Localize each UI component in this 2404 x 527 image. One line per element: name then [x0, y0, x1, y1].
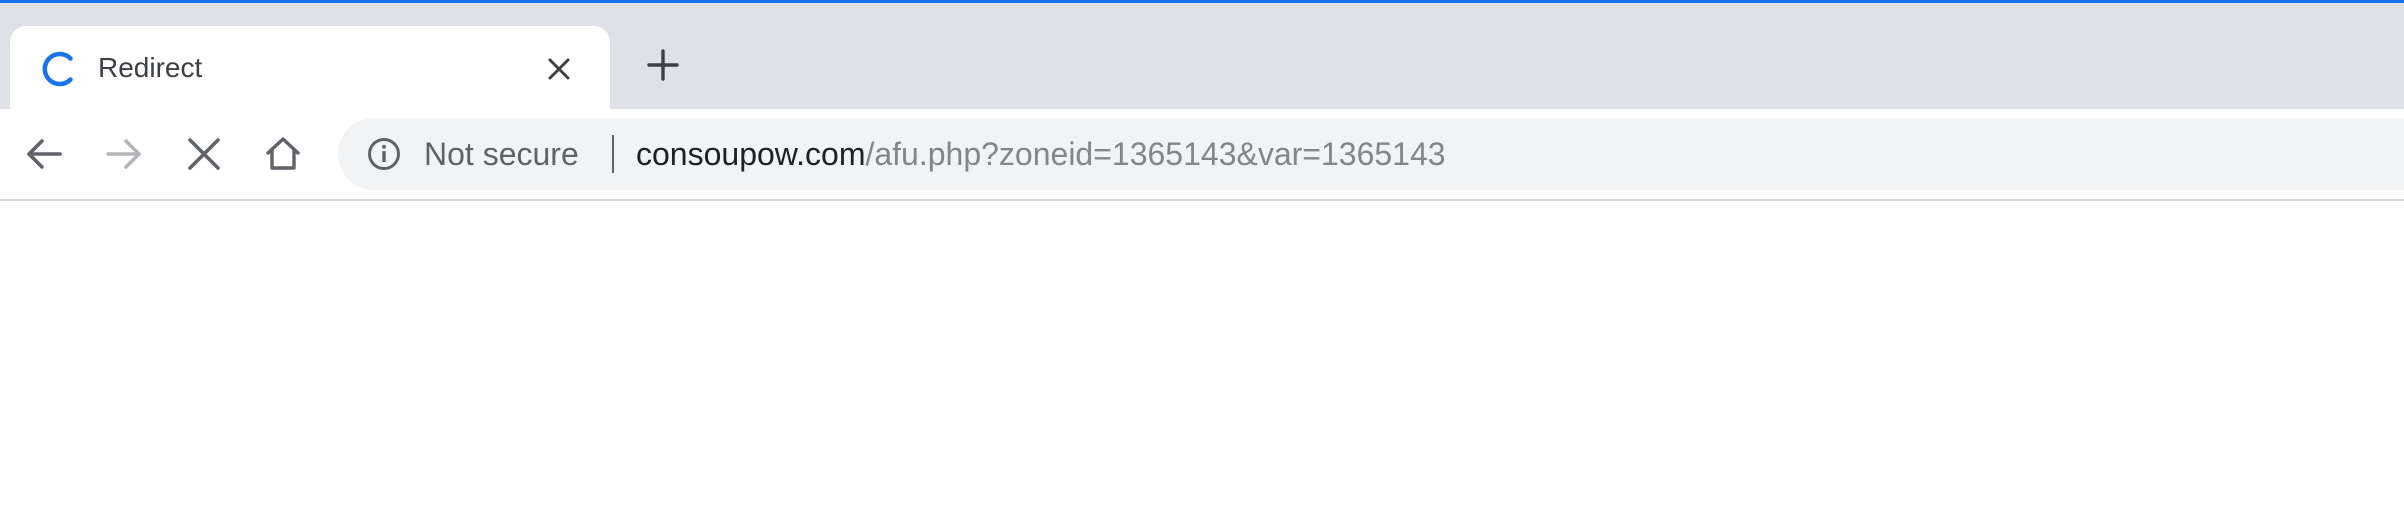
tab-strip: Redirect — [0, 3, 2404, 109]
forward-arrow-icon[interactable] — [102, 132, 146, 176]
home-icon[interactable] — [261, 132, 305, 176]
close-icon[interactable] — [545, 55, 573, 83]
browser-window: Redirect Not secure consoupow.com/afu.ph… — [0, 0, 2404, 527]
url-host: consoupow.com — [636, 136, 866, 172]
info-icon[interactable] — [366, 136, 402, 172]
address-bar-divider — [612, 135, 614, 173]
tab-title: Redirect — [98, 52, 203, 83]
tab-redirect[interactable]: Redirect — [10, 26, 610, 109]
page-content — [0, 201, 2404, 527]
url-text[interactable]: consoupow.com/afu.php?zoneid=1365143&var… — [636, 133, 1446, 175]
stop-icon[interactable] — [182, 132, 226, 176]
plus-icon[interactable] — [645, 47, 681, 83]
back-arrow-icon[interactable] — [22, 132, 66, 176]
toolbar: Not secure consoupow.com/afu.php?zoneid=… — [0, 109, 2404, 201]
loading-spinner-icon — [42, 51, 73, 87]
security-status-label[interactable]: Not secure — [424, 133, 579, 175]
address-bar[interactable]: Not secure consoupow.com/afu.php?zoneid=… — [338, 118, 2404, 190]
url-path: /afu.php?zoneid=1365143&var=1365143 — [865, 136, 1446, 172]
